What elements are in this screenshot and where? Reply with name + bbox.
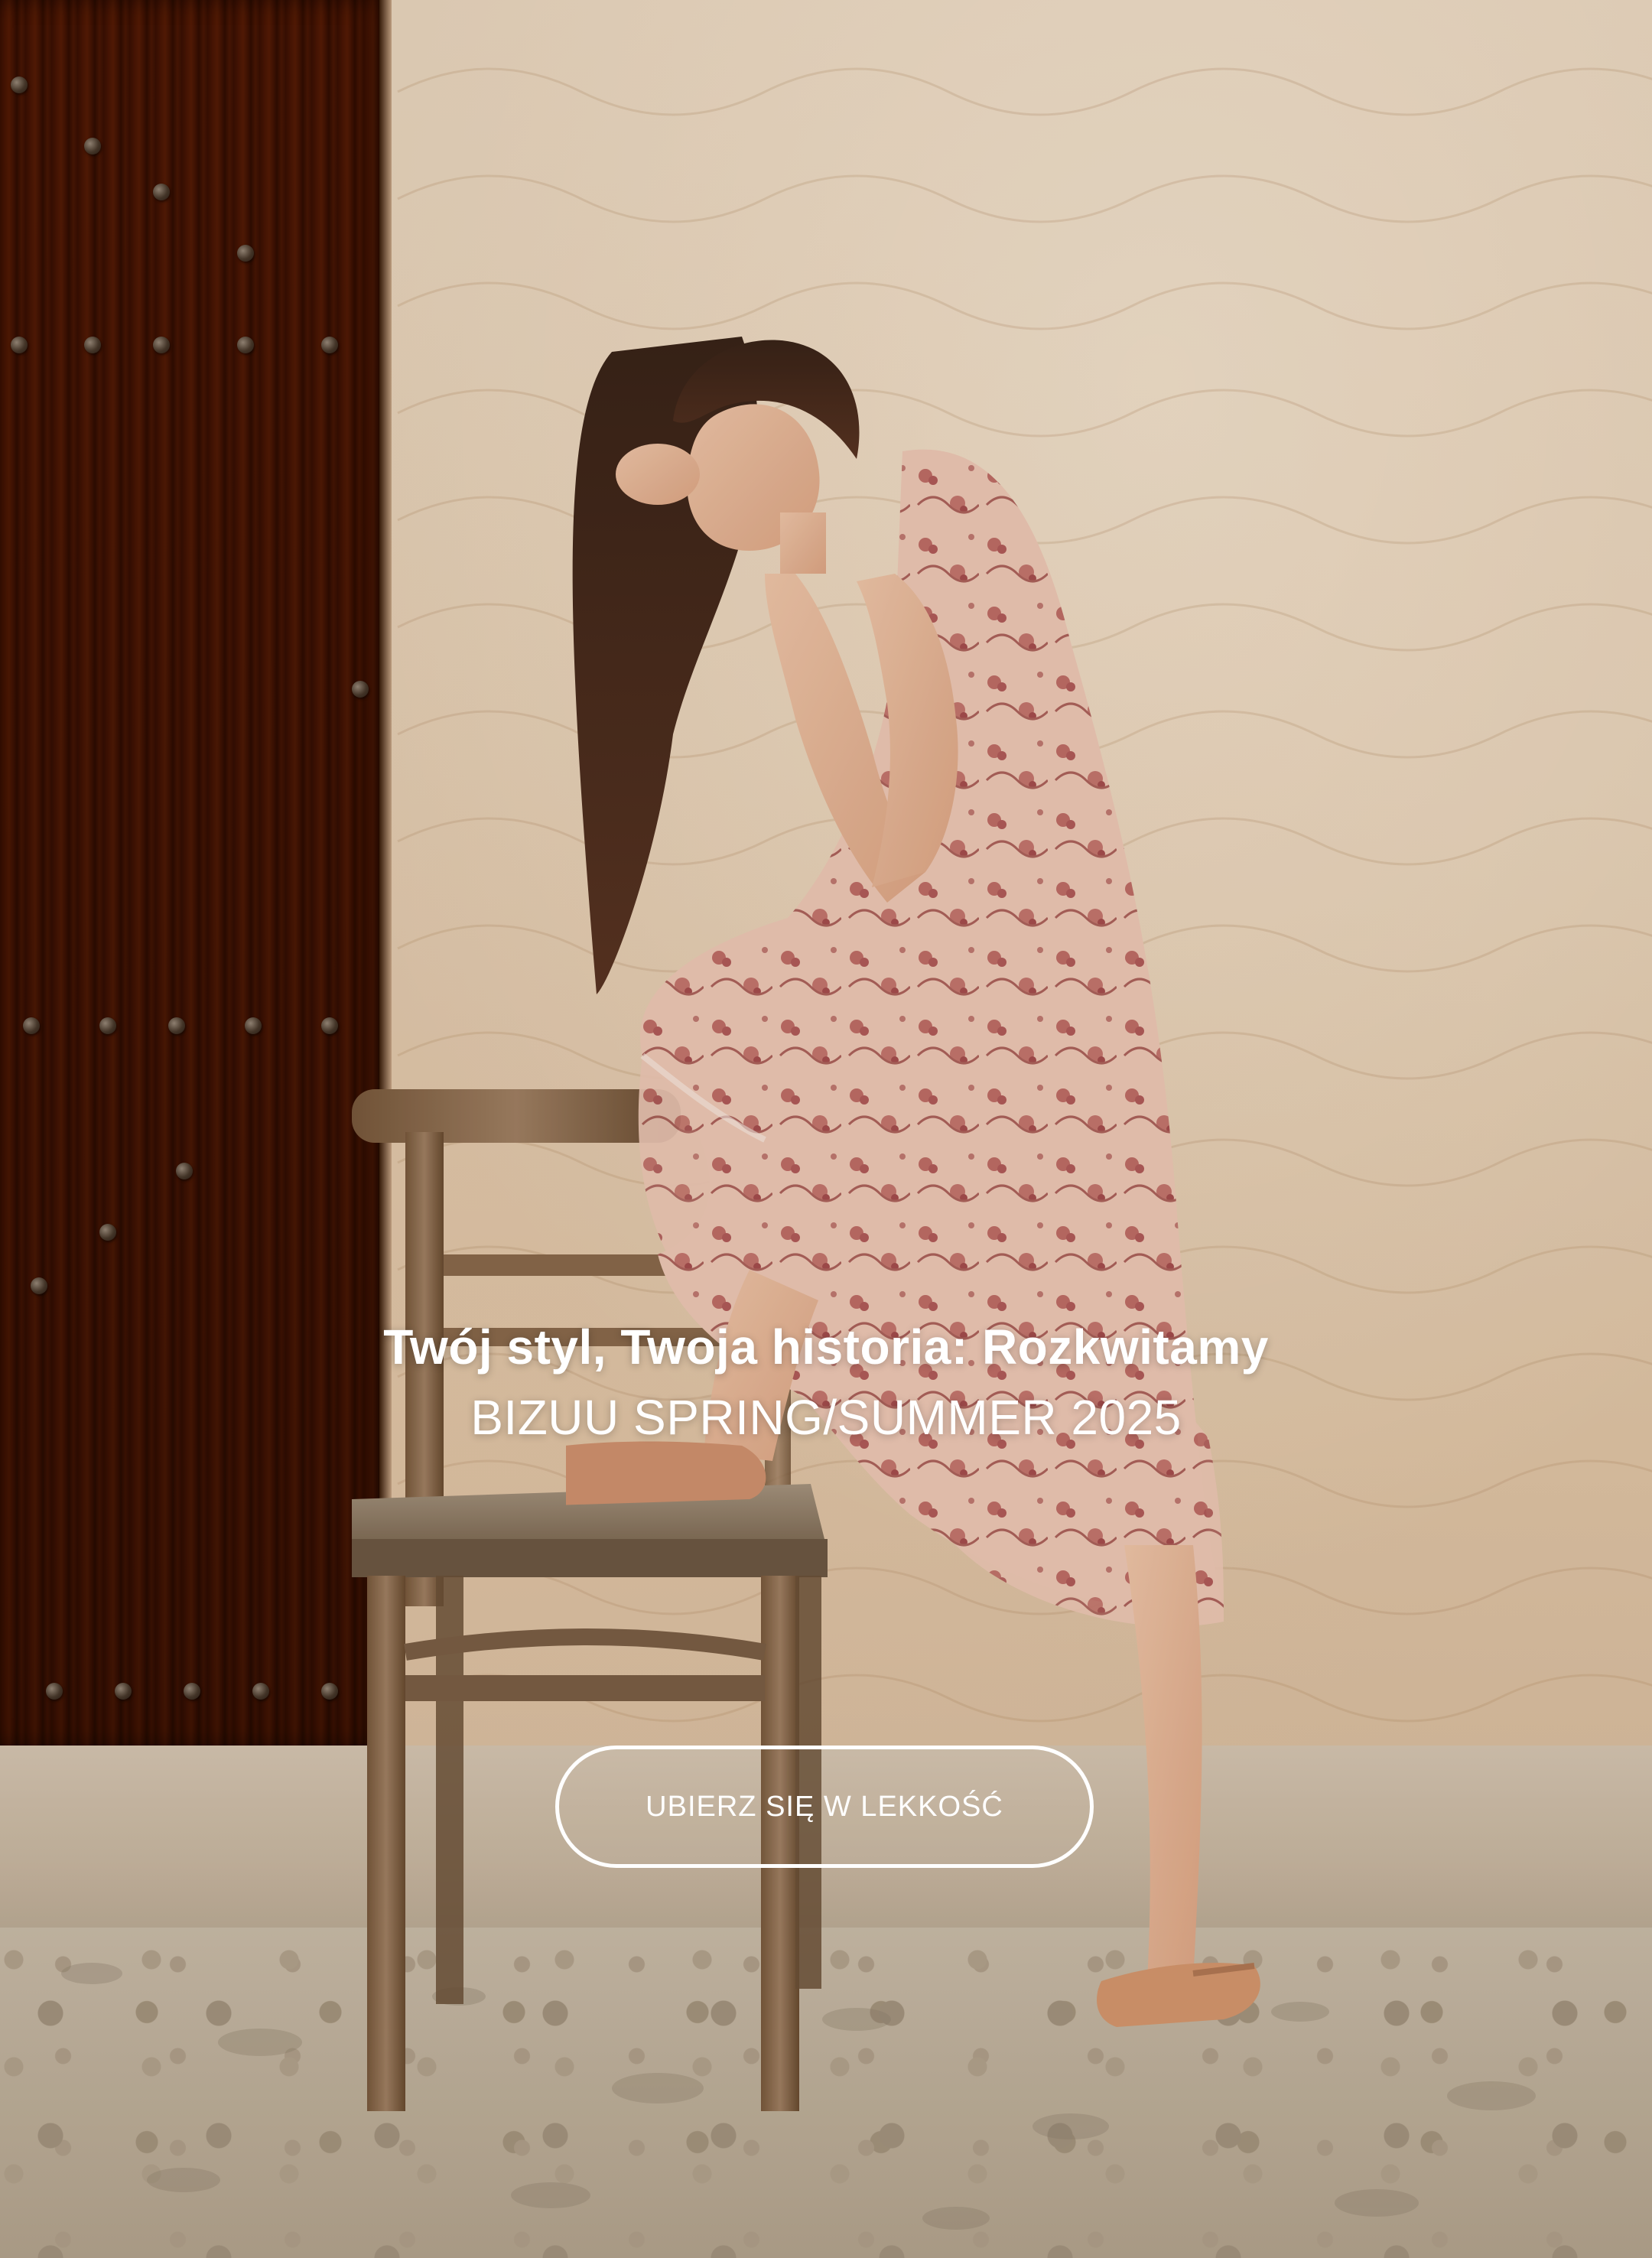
hero-subtitle: BIZUU SPRING/SUMMER 2025 — [470, 1390, 1182, 1445]
rivet-icon — [321, 1683, 338, 1700]
rivet-icon — [321, 337, 338, 353]
model-photo — [566, 337, 1260, 2027]
shop-now-button[interactable]: UBIERZ SIĘ W LEKKOŚĆ — [555, 1746, 1094, 1868]
rivet-icon — [153, 337, 170, 353]
cta-label: UBIERZ SIĘ W LEKKOŚĆ — [646, 1790, 1003, 1823]
rivet-icon — [321, 1017, 338, 1034]
hero-banner[interactable]: Twój styl, Twoja historia: Rozkwitamy BI… — [0, 0, 1652, 2258]
rivet-icon — [153, 184, 170, 200]
rivet-icon — [31, 1277, 47, 1294]
rivet-icon — [99, 1017, 116, 1034]
rivet-icon — [176, 1163, 193, 1179]
rivet-icon — [84, 138, 101, 155]
rivet-icon — [99, 1224, 116, 1241]
hero-title: Twój styl, Twoja historia: Rozkwitamy — [383, 1319, 1269, 1375]
rivet-icon — [252, 1683, 269, 1700]
rivet-icon — [115, 1683, 132, 1700]
rivet-icon — [168, 1017, 185, 1034]
rivet-icon — [184, 1683, 200, 1700]
rivet-icon — [352, 681, 369, 698]
rivet-icon — [237, 337, 254, 353]
hero-headline: Twój styl, Twoja historia: Rozkwitamy BI… — [0, 1312, 1652, 1453]
rivet-icon — [84, 337, 101, 353]
rivet-icon — [11, 76, 28, 93]
rivet-icon — [46, 1683, 63, 1700]
wooden-door — [0, 0, 390, 1746]
rivet-icon — [237, 245, 254, 262]
rivet-icon — [245, 1017, 262, 1034]
rivet-icon — [11, 337, 28, 353]
rivet-icon — [23, 1017, 40, 1034]
